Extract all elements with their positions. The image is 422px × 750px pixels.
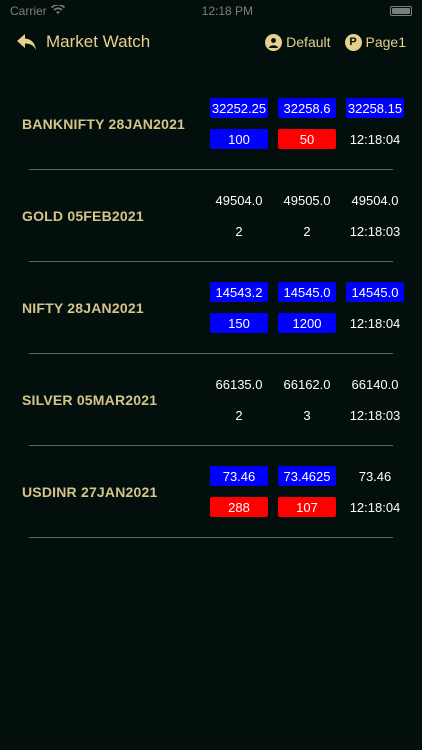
- update-time: 12:18:03: [349, 223, 401, 239]
- instrument-name: USDINR 27JAN2021: [22, 484, 158, 500]
- last-price: 49504.0: [351, 192, 399, 208]
- ask-qty: 2: [303, 223, 311, 239]
- update-time: 12:18:04: [349, 499, 401, 515]
- bid-price: 49504.0: [215, 192, 263, 208]
- page-p-icon: P: [344, 33, 362, 51]
- update-time: 12:18:04: [349, 315, 401, 331]
- last-price: 73.46: [358, 468, 392, 484]
- ask-qty: 107: [278, 497, 336, 517]
- ask-qty: 3: [303, 407, 311, 423]
- last-price: 14545.0: [346, 282, 404, 302]
- ask-qty: 50: [278, 129, 336, 149]
- page-label: Page1: [365, 34, 406, 50]
- update-time: 12:18:03: [349, 407, 401, 423]
- watch-row[interactable]: NIFTY 28JAN2021 14543.2 14545.0 14545.0 …: [22, 262, 404, 354]
- bid-price: 73.46: [210, 466, 268, 486]
- last-price: 66140.0: [351, 376, 399, 392]
- bid-qty: 150: [210, 313, 268, 333]
- bid-price: 66135.0: [215, 376, 263, 392]
- watch-row[interactable]: USDINR 27JAN2021 73.46 73.4625 73.46 288…: [22, 446, 400, 538]
- watch-row[interactable]: GOLD 05FEB2021 49504.0 49505.0 49504.0 2…: [22, 170, 400, 262]
- ask-price: 14545.0: [278, 282, 336, 302]
- carrier-label: Carrier: [10, 4, 47, 18]
- top-bar: Market Watch Default P Page1: [0, 26, 422, 58]
- watch-row[interactable]: SILVER 05MAR2021 66135.0 66162.0 66140.0…: [22, 354, 400, 446]
- profile-selector[interactable]: Default: [265, 33, 331, 51]
- bid-qty: 2: [235, 223, 243, 239]
- update-time: 12:18:04: [349, 131, 401, 147]
- last-price: 32258.15: [346, 98, 404, 118]
- profile-label: Default: [286, 34, 331, 50]
- user-icon: [265, 33, 283, 51]
- ask-price: 66162.0: [283, 376, 331, 392]
- ask-price: 32258.6: [278, 98, 336, 118]
- market-watch-list: BANKNIFTY 28JAN2021 32252.25 32258.6 322…: [0, 78, 422, 538]
- ask-price: 49505.0: [283, 192, 331, 208]
- bid-qty: 2: [235, 407, 243, 423]
- watch-row[interactable]: BANKNIFTY 28JAN2021 32252.25 32258.6 322…: [22, 78, 404, 170]
- ask-qty: 1200: [278, 313, 336, 333]
- wifi-icon: [50, 3, 65, 18]
- instrument-name: GOLD 05FEB2021: [22, 208, 144, 224]
- bid-qty: 100: [210, 129, 268, 149]
- status-bar: Carrier 12:18 PM: [0, 0, 422, 22]
- bid-price: 14543.2: [210, 282, 268, 302]
- bid-price: 32252.25: [210, 98, 268, 118]
- page-title: Market Watch: [46, 32, 151, 51]
- header-actions: Default P Page1: [265, 33, 406, 51]
- instrument-name: SILVER 05MAR2021: [22, 392, 158, 408]
- instrument-name: BANKNIFTY 28JAN2021: [22, 116, 186, 132]
- ask-price: 73.4625: [278, 466, 336, 486]
- battery-icon: [389, 6, 412, 16]
- clock: 12:18 PM: [201, 4, 254, 18]
- status-left: Carrier: [10, 3, 65, 18]
- bid-qty: 288: [210, 497, 268, 517]
- page-selector[interactable]: P Page1: [344, 33, 406, 51]
- back-arrow-icon[interactable]: [16, 32, 38, 52]
- instrument-name: NIFTY 28JAN2021: [22, 300, 144, 316]
